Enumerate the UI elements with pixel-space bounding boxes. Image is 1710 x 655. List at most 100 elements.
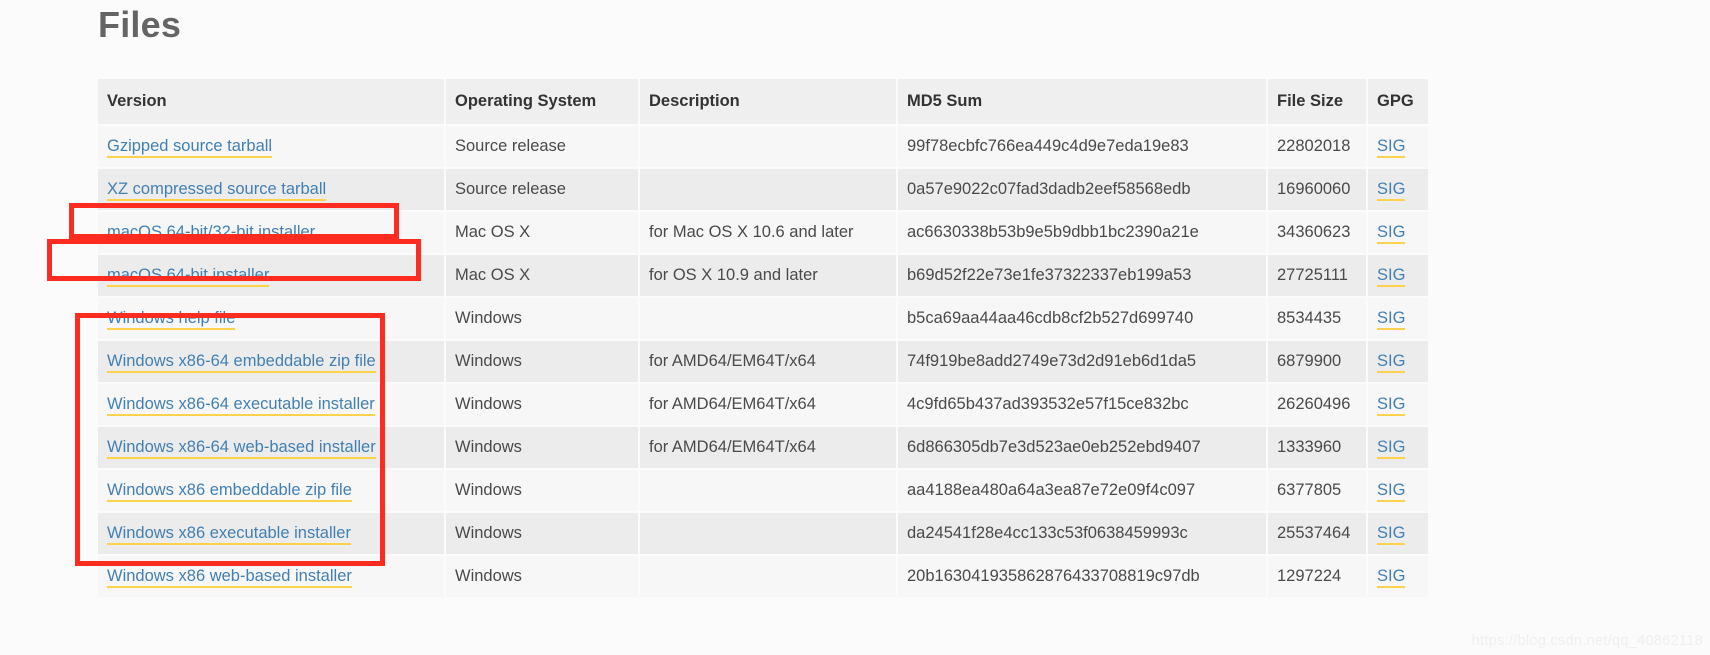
cell-file-size: 6879900 [1266, 339, 1367, 383]
download-link[interactable]: Windows x86 web-based installer [107, 567, 352, 588]
cell-description [638, 554, 897, 597]
files-table-header: Version Operating System Description MD5… [96, 79, 1430, 125]
cell-operating-system: Windows [444, 468, 639, 512]
files-table-body: Gzipped source tarball Source release 99f7… [96, 124, 1430, 597]
download-link[interactable]: Windows help file [107, 309, 236, 330]
cell-md5-sum: 99f78ecbfc766ea449c4d9e7eda19e83 [896, 124, 1267, 168]
cell-file-size: 1297224 [1266, 554, 1367, 597]
download-link[interactable]: Windows x86 executable installer [107, 524, 351, 545]
cell-gpg: SIG [1366, 124, 1430, 168]
table-row: Windows help file Windows b5ca69aa44aa46cd… [96, 296, 1430, 340]
cell-gpg: SIG [1366, 339, 1430, 383]
cell-description [638, 124, 897, 168]
table-row: macOS 64-bit/32-bit installer Mac OS Xfor… [96, 210, 1430, 254]
cell-file-size: 1333960 [1266, 425, 1367, 469]
table-row: macOS 64-bit installer Mac OS Xfor OS X 1… [96, 253, 1430, 297]
cell-description: for AMD64/EM64T/x64 [638, 425, 897, 469]
cell-md5-sum: b69d52f22e73e1fe37322337eb199a53 [896, 253, 1267, 297]
watermark: https://blog.csdn.net/qq_40862118 [1471, 633, 1703, 649]
cell-file-size: 27725111 [1266, 253, 1367, 297]
sig-link[interactable]: SIG [1377, 309, 1406, 330]
cell-gpg: SIG [1366, 468, 1430, 512]
page-title: Files [98, 4, 182, 45]
table-row: Gzipped source tarball Source release 99f7… [96, 124, 1430, 168]
sig-link[interactable]: SIG [1377, 524, 1406, 545]
cell-md5-sum: aa4188ea480a64a3ea87e72e09f4c097 [896, 468, 1267, 512]
sig-link[interactable]: SIG [1377, 395, 1406, 416]
cell-version: macOS 64-bit installer [96, 253, 445, 297]
table-row: XZ compressed source tarball Source relea… [96, 167, 1430, 211]
sig-link[interactable]: SIG [1377, 481, 1406, 502]
cell-gpg: SIG [1366, 382, 1430, 426]
cell-md5-sum: 20b163041935862876433708819c97db [896, 554, 1267, 597]
cell-operating-system: Windows [444, 554, 639, 597]
cell-operating-system: Source release [444, 167, 639, 211]
sig-link[interactable]: SIG [1377, 438, 1406, 459]
cell-description [638, 296, 897, 340]
cell-file-size: 22802018 [1266, 124, 1367, 168]
cell-md5-sum: da24541f28e4cc133c53f0638459993c [896, 511, 1267, 555]
cell-operating-system: Source release [444, 124, 639, 168]
table-row: Windows x86 embeddable zip file Windows aa… [96, 468, 1430, 512]
sig-link[interactable]: SIG [1377, 223, 1406, 244]
cell-file-size: 34360623 [1266, 210, 1367, 254]
cell-md5-sum: 6d866305db7e3d523ae0eb252ebd9407 [896, 425, 1267, 469]
cell-md5-sum: 0a57e9022c07fad3dadb2eef58568edb [896, 167, 1267, 211]
cell-version: Windows help file [96, 296, 445, 340]
column-header-md5: MD5 Sum [896, 79, 1267, 125]
cell-md5-sum: 74f919be8add2749e73d2d91eb6d1da5 [896, 339, 1267, 383]
cell-version: XZ compressed source tarball [96, 167, 445, 211]
download-link[interactable]: macOS 64-bit/32-bit installer [107, 223, 316, 244]
cell-file-size: 25537464 [1266, 511, 1367, 555]
column-header-os: Operating System [444, 79, 639, 125]
download-link[interactable]: Windows x86-64 embeddable zip file [107, 352, 376, 373]
cell-description [638, 167, 897, 211]
cell-operating-system: Mac OS X [444, 253, 639, 297]
download-link[interactable]: macOS 64-bit installer [107, 266, 270, 287]
sig-link[interactable]: SIG [1377, 567, 1406, 588]
cell-md5-sum: b5ca69aa44aa46cdb8cf2b527d699740 [896, 296, 1267, 340]
cell-gpg: SIG [1366, 296, 1430, 340]
cell-version: Windows x86 embeddable zip file [96, 468, 445, 512]
cell-md5-sum: 4c9fd65b437ad393532e57f15ce832bc [896, 382, 1267, 426]
cell-gpg: SIG [1366, 210, 1430, 254]
cell-operating-system: Windows [444, 296, 639, 340]
cell-gpg: SIG [1366, 425, 1430, 469]
download-link[interactable]: Windows x86-64 executable installer [107, 395, 375, 416]
files-page: Files Version Operating System Descripti… [0, 0, 1710, 655]
cell-md5-sum: ac6630338b53b9e5b9dbb1bc2390a21e [896, 210, 1267, 254]
column-header-version: Version [96, 79, 445, 125]
download-link[interactable]: Windows x86-64 web-based installer [107, 438, 376, 459]
cell-operating-system: Windows [444, 382, 639, 426]
cell-file-size: 8534435 [1266, 296, 1367, 340]
cell-version: Windows x86-64 executable installer [96, 382, 445, 426]
cell-gpg: SIG [1366, 167, 1430, 211]
cell-operating-system: Windows [444, 511, 639, 555]
cell-description [638, 468, 897, 512]
cell-file-size: 6377805 [1266, 468, 1367, 512]
cell-version: Windows x86 executable installer [96, 511, 445, 555]
sig-link[interactable]: SIG [1377, 352, 1406, 373]
table-row: Windows x86-64 web-based installer Window… [96, 425, 1430, 469]
table-row: Windows x86 web-based installer Windows 20… [96, 554, 1430, 597]
download-link[interactable]: Gzipped source tarball [107, 137, 273, 158]
cell-file-size: 16960060 [1266, 167, 1367, 211]
sig-link[interactable]: SIG [1377, 180, 1406, 201]
sig-link[interactable]: SIG [1377, 266, 1406, 287]
table-header-row: Version Operating System Description MD5… [96, 79, 1430, 125]
table-row: Windows x86-64 embeddable zip file Window… [96, 339, 1430, 383]
cell-version: Windows x86-64 embeddable zip file [96, 339, 445, 383]
cell-operating-system: Windows [444, 425, 639, 469]
download-link[interactable]: Windows x86 embeddable zip file [107, 481, 352, 502]
column-header-description: Description [638, 79, 897, 125]
cell-gpg: SIG [1366, 554, 1430, 597]
cell-description: for AMD64/EM64T/x64 [638, 339, 897, 383]
cell-description: for OS X 10.9 and later [638, 253, 897, 297]
cell-version: Windows x86-64 web-based installer [96, 425, 445, 469]
download-link[interactable]: XZ compressed source tarball [107, 180, 327, 201]
cell-operating-system: Mac OS X [444, 210, 639, 254]
sig-link[interactable]: SIG [1377, 137, 1406, 158]
cell-description [638, 511, 897, 555]
cell-description: for Mac OS X 10.6 and later [638, 210, 897, 254]
cell-gpg: SIG [1366, 253, 1430, 297]
